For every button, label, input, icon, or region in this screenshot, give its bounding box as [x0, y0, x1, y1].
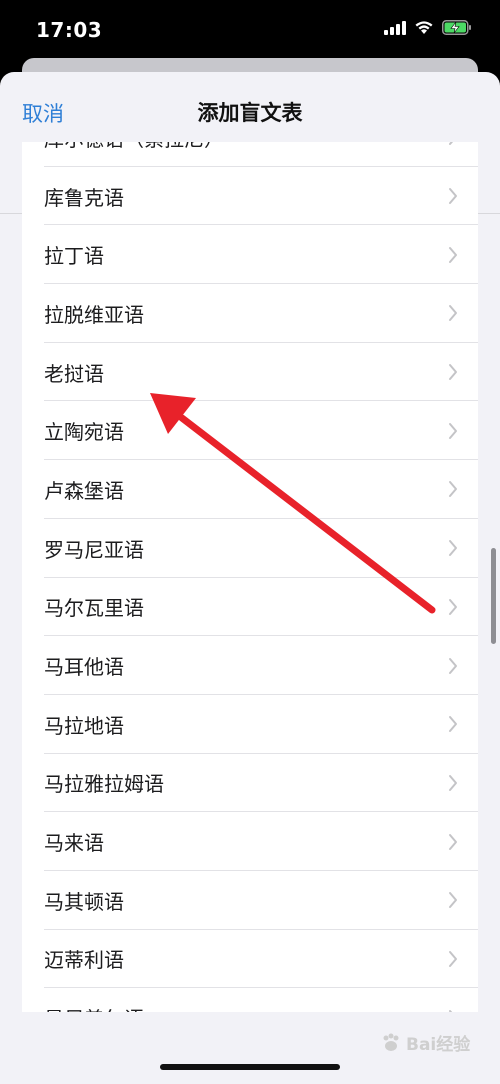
- wifi-icon: [415, 21, 433, 34]
- chevron-right-icon: [449, 892, 457, 909]
- list-item[interactable]: 库鲁克语: [22, 167, 478, 226]
- chevron-right-icon: [449, 540, 457, 557]
- chevron-right-icon: [449, 833, 457, 850]
- chevron-right-icon: [449, 481, 457, 498]
- list-item-label: 库尔德语（索拉尼）: [44, 142, 224, 152]
- list-item[interactable]: 马耳他语: [22, 636, 478, 695]
- list-item[interactable]: 拉脱维亚语: [22, 284, 478, 343]
- chevron-right-icon: [449, 422, 457, 439]
- chevron-right-icon: [449, 142, 454, 146]
- status-bar: 17:03: [0, 0, 500, 60]
- list-item[interactable]: 卢森堡语: [22, 460, 478, 519]
- cellular-signal-icon: [384, 20, 406, 35]
- watermark: Bai经验: [380, 1030, 470, 1055]
- list-item-label: 马尔瓦里语: [44, 596, 144, 621]
- list-item[interactable]: 罗马尼亚语: [22, 519, 478, 578]
- list-item[interactable]: 马拉地语: [22, 695, 478, 754]
- list-item-label: 拉脱维亚语: [44, 302, 144, 327]
- list-item-label: 立陶宛语: [44, 420, 124, 445]
- list-item-label: 迈蒂利语: [44, 948, 124, 973]
- list-item-label: 拉丁语: [44, 244, 104, 269]
- chevron-right-icon: [449, 716, 457, 733]
- chevron-right-icon: [449, 305, 457, 322]
- status-icons: [384, 20, 472, 35]
- page-title: 添加盲文表: [197, 101, 303, 125]
- list-item[interactable]: 马拉雅拉姆语: [22, 754, 478, 813]
- list-item-label: 罗马尼亚语: [44, 537, 144, 562]
- list-item[interactable]: 马来语: [22, 812, 478, 871]
- list-item-label: 马其顿语: [44, 889, 124, 914]
- language-list: 库尔德语（索拉尼） 库鲁克语 拉丁语 拉脱维亚语 老挝语 立陶宛语: [22, 142, 478, 1012]
- chevron-right-icon: [449, 950, 457, 967]
- list-item[interactable]: 库尔德语（索拉尼）: [22, 142, 478, 167]
- list-item-label: 卢森堡语: [44, 478, 124, 503]
- chevron-right-icon: [449, 1009, 453, 1012]
- chevron-right-icon: [449, 598, 457, 615]
- watermark-text: Bai经验: [406, 1035, 471, 1055]
- chevron-right-icon: [449, 657, 457, 674]
- list-item-label: 曼尼普尔语: [44, 1003, 144, 1012]
- baidu-paw-logo-icon: [383, 1033, 399, 1051]
- list-item-label: 马拉雅拉姆语: [44, 772, 164, 797]
- battery-charging-icon: [442, 20, 471, 35]
- status-time: 17:03: [36, 18, 103, 42]
- list-item[interactable]: 立陶宛语: [22, 401, 478, 461]
- chevron-right-icon: [449, 246, 457, 263]
- language-list-viewport[interactable]: 库尔德语（索拉尼） 库鲁克语 拉丁语 拉脱维亚语 老挝语 立陶宛语: [22, 142, 478, 1012]
- list-item-label: 库鲁克语: [44, 185, 124, 210]
- chevron-right-icon: [449, 188, 457, 205]
- list-item[interactable]: 马尔瓦里语: [22, 578, 478, 637]
- list-item[interactable]: 迈蒂利语: [22, 930, 478, 989]
- list-item[interactable]: 曼尼普尔语: [22, 988, 478, 1012]
- home-indicator: [160, 1064, 340, 1070]
- list-item-label: 马耳他语: [44, 655, 124, 680]
- scroll-indicator[interactable]: [491, 548, 496, 644]
- list-item[interactable]: 老挝语: [22, 343, 478, 402]
- list-item-label: 马拉地语: [44, 713, 124, 738]
- navigation-bar: 取消 添加盲文表: [0, 72, 500, 148]
- list-item[interactable]: 马其顿语: [22, 871, 478, 930]
- chevron-right-icon: [449, 364, 457, 381]
- list-item[interactable]: 拉丁语: [22, 225, 478, 285]
- chevron-right-icon: [449, 774, 457, 791]
- list-item-label: 老挝语: [44, 361, 104, 386]
- list-item-label: 马来语: [44, 831, 104, 856]
